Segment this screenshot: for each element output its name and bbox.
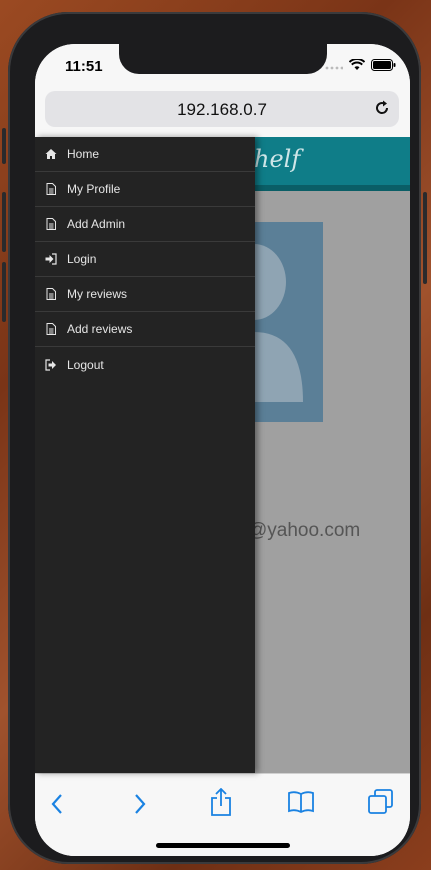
menu-item-label: Login xyxy=(67,252,97,266)
status-icons xyxy=(325,58,396,76)
forward-icon[interactable] xyxy=(132,792,148,821)
sign-out-icon xyxy=(45,358,57,371)
volume-down-button xyxy=(2,262,6,322)
silent-switch xyxy=(2,128,6,164)
document-icon xyxy=(45,288,57,300)
menu-item-add-admin[interactable]: Add Admin xyxy=(35,207,255,242)
screen: 11:51 192.168.0.7 helf @yahoo.com Home M… xyxy=(35,44,410,856)
home-indicator[interactable] xyxy=(156,843,290,848)
tabs-icon[interactable] xyxy=(367,788,395,821)
reload-icon[interactable] xyxy=(373,99,391,122)
menu-item-label: Add reviews xyxy=(67,322,133,336)
side-menu: Home My Profile Add Admin Login My revie… xyxy=(35,137,255,773)
url-text[interactable]: 192.168.0.7 xyxy=(45,100,399,120)
bookmarks-icon[interactable] xyxy=(287,790,315,819)
menu-item-label: Add Admin xyxy=(67,217,126,231)
share-icon[interactable] xyxy=(210,787,232,821)
home-icon xyxy=(45,148,57,160)
menu-item-home[interactable]: Home xyxy=(35,137,255,172)
menu-item-label: Logout xyxy=(67,357,104,372)
menu-item-my-profile[interactable]: My Profile xyxy=(35,172,255,207)
status-time: 11:51 xyxy=(65,58,103,75)
signal-icon xyxy=(325,58,344,76)
document-icon xyxy=(45,323,57,335)
back-icon[interactable] xyxy=(49,792,65,821)
menu-item-label: Home xyxy=(67,147,100,161)
site-brand[interactable]: helf xyxy=(254,145,300,173)
menu-item-login[interactable]: Login xyxy=(35,242,255,277)
notch xyxy=(119,44,327,74)
menu-item-logout[interactable]: Logout xyxy=(35,347,255,382)
battery-icon xyxy=(371,58,396,76)
power-button xyxy=(423,192,427,284)
menu-item-add-reviews[interactable]: Add reviews xyxy=(35,312,255,347)
sign-in-icon xyxy=(45,253,57,265)
menu-item-label: My reviews xyxy=(67,287,128,301)
browser-toolbar xyxy=(35,773,410,856)
menu-item-label: My Profile xyxy=(67,182,121,196)
document-icon xyxy=(45,183,57,195)
wifi-icon xyxy=(348,58,366,76)
document-icon xyxy=(45,218,57,230)
address-bar-area: 192.168.0.7 xyxy=(35,88,410,137)
address-bar[interactable]: 192.168.0.7 xyxy=(45,91,399,127)
phone-frame: 11:51 192.168.0.7 helf @yahoo.com Home M… xyxy=(2,12,427,864)
menu-item-my-reviews[interactable]: My reviews xyxy=(35,277,255,312)
volume-up-button xyxy=(2,192,6,252)
profile-email: @yahoo.com xyxy=(248,520,361,541)
